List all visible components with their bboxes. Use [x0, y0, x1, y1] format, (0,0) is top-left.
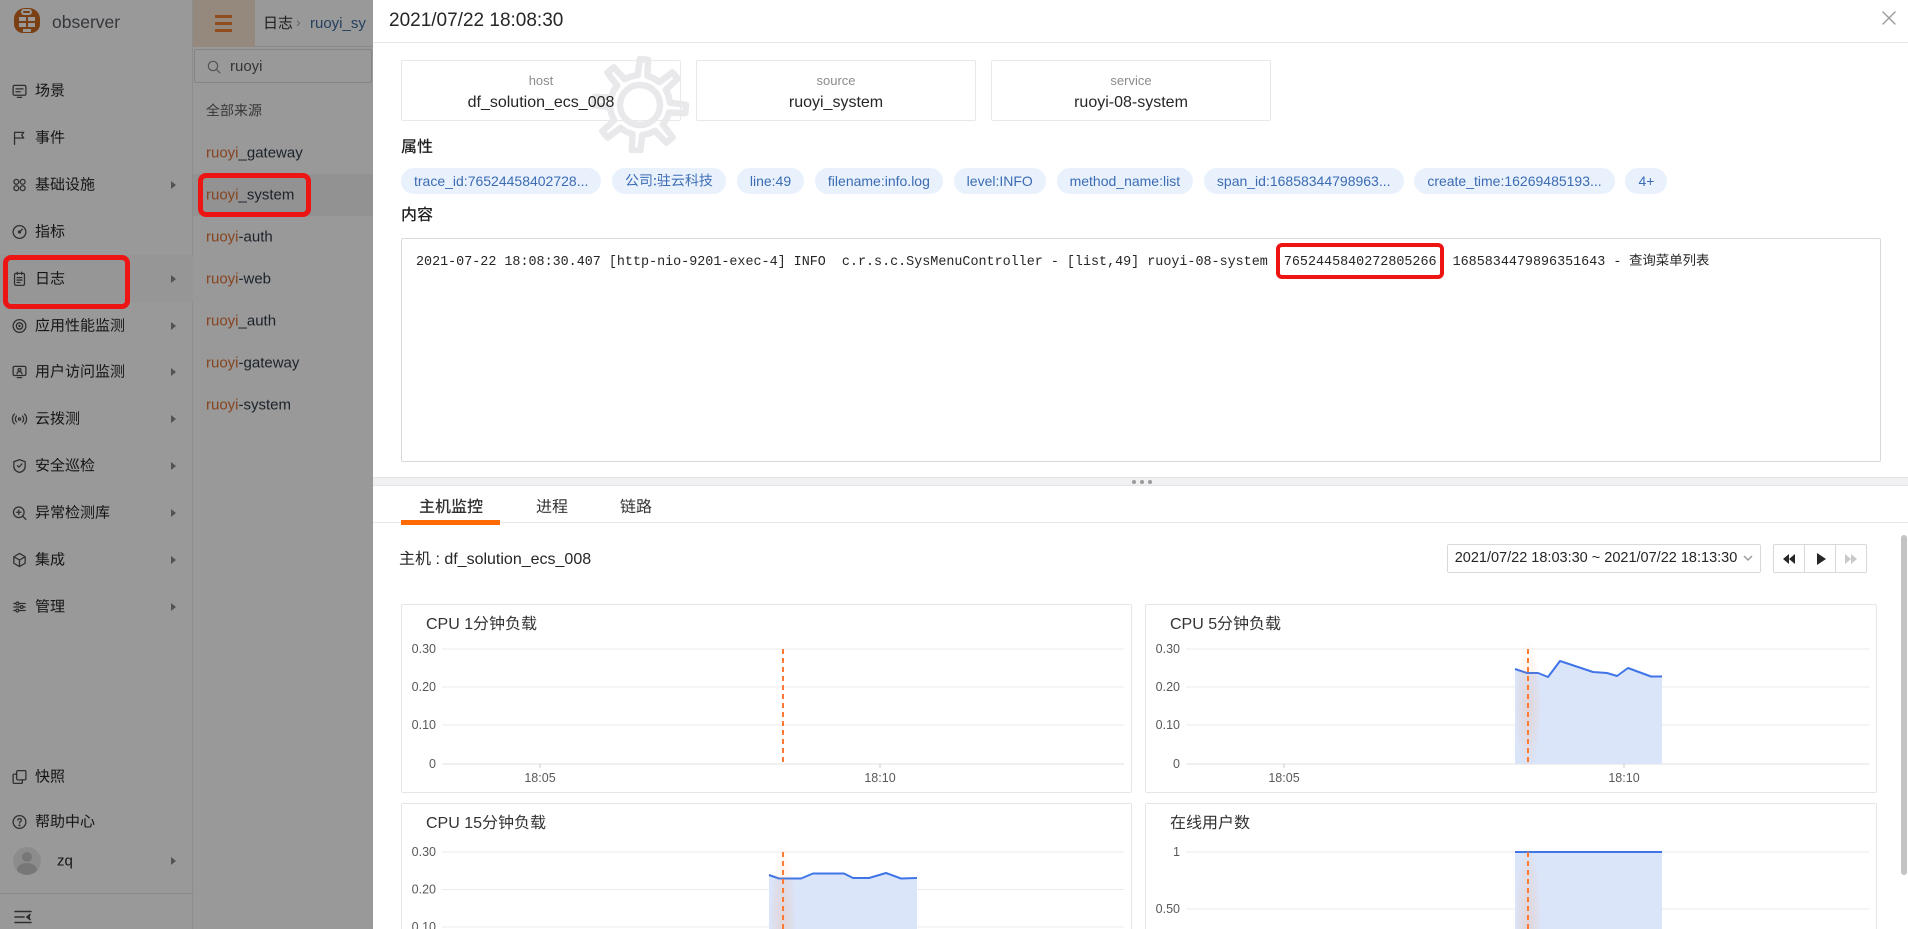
svg-text:0.30: 0.30: [412, 845, 436, 859]
svg-text:0.30: 0.30: [1156, 642, 1180, 656]
svg-text:0.50: 0.50: [1156, 902, 1180, 916]
svg-text:18:10: 18:10: [864, 771, 895, 785]
svg-text:18:10: 18:10: [1608, 771, 1639, 785]
svg-text:1: 1: [1173, 845, 1180, 859]
svg-text:0.20: 0.20: [412, 883, 436, 897]
svg-text:18:05: 18:05: [1268, 771, 1299, 785]
svg-text:0.30: 0.30: [412, 642, 436, 656]
svg-text:0.10: 0.10: [1156, 718, 1180, 732]
svg-text:0.20: 0.20: [412, 680, 436, 694]
svg-text:18:05: 18:05: [524, 771, 555, 785]
svg-text:0: 0: [429, 757, 436, 771]
svg-text:0.10: 0.10: [412, 718, 436, 732]
svg-text:0: 0: [1173, 757, 1180, 771]
svg-text:0.20: 0.20: [1156, 680, 1180, 694]
svg-text:0.10: 0.10: [412, 920, 436, 929]
